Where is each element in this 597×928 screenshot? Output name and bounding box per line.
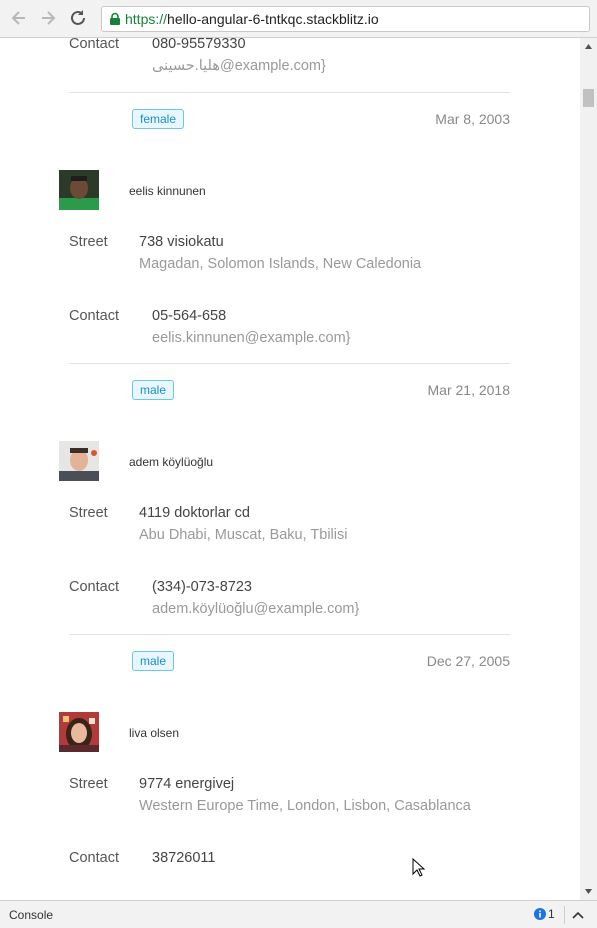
divider [69,92,510,93]
browser-toolbar: https://hello-angular-6-tntkqc.stackblit… [0,0,597,38]
street-value: 4119 doktorlar cd [139,505,250,521]
date-text: Mar 8, 2003 [435,111,510,127]
console-bar[interactable]: Console 1 [0,900,597,928]
contact-phone: 05-564-658 [152,308,227,324]
location-value: Magadan, Solomon Islands, New Caledonia [139,256,422,272]
contact-phone: 38726011 [152,850,216,866]
person-name: eelis kinnunen [129,184,206,198]
divider [69,634,510,635]
gender-badge: male [132,651,175,671]
reload-button[interactable] [67,7,89,29]
street-value: 738 visiokatu [139,234,224,250]
location-value: Abu Dhabi, Muscat, Baku, Tbilisi [139,527,348,543]
date-text: Mar 21, 2018 [427,382,511,398]
info-icon [534,908,546,920]
lock-icon [110,12,120,25]
scroll-down-button[interactable] [580,883,597,900]
contact-email: eelis.kinnunen@example.com} [152,330,351,346]
person-name: adem köylüoğlu [129,455,214,469]
street-label: Street [69,505,108,521]
gender-badge: female [132,109,185,129]
contact-phone: (334)-073-8723 [152,579,252,595]
street-label: Street [69,776,108,792]
back-button[interactable] [8,7,30,29]
contact-label: Contact [69,579,119,595]
triangle-up-icon [585,44,592,49]
arrow-right-icon [42,11,56,25]
contact-phone: 080-95579330 [152,38,246,52]
url-text: https://hello-angular-6-tntkqc.stackblit… [125,11,379,27]
avatar [59,441,99,481]
location-value: Western Europe Time, London, Lisbon, Cas… [139,798,471,814]
date-text: Dec 27, 2005 [426,653,510,669]
contact-label: Contact [69,308,119,324]
reload-icon [71,10,85,25]
contact-email: هلیا.حسینی@example.com} [152,58,326,74]
console-message-count: 1 [548,907,555,921]
street-value: 9774 energivej [139,776,235,792]
mouse-cursor-icon [412,858,426,877]
scroll-up-button[interactable] [580,38,597,55]
triangle-down-icon [585,889,592,894]
contact-label: Contact [69,850,119,866]
vertical-scrollbar[interactable] [580,38,597,900]
forward-button[interactable] [37,7,59,29]
address-bar[interactable]: https://hello-angular-6-tntkqc.stackblit… [101,6,590,32]
contact-email: adem.köylüoğlu@example.com} [152,601,360,617]
person-name: liva olsen [129,726,180,740]
arrow-left-icon [11,11,25,25]
avatar [59,170,99,210]
street-label: Street [69,234,108,250]
page-content: Contact 080-95579330 هلیا.حسینی@example.… [0,38,580,900]
contact-label: Contact [69,38,119,52]
chevron-up-icon[interactable] [571,908,585,922]
gender-badge: male [132,380,175,400]
console-label[interactable]: Console [9,908,53,922]
divider [69,363,510,364]
divider [564,906,565,924]
avatar [59,712,99,752]
scrollbar-thumb[interactable] [583,89,594,107]
